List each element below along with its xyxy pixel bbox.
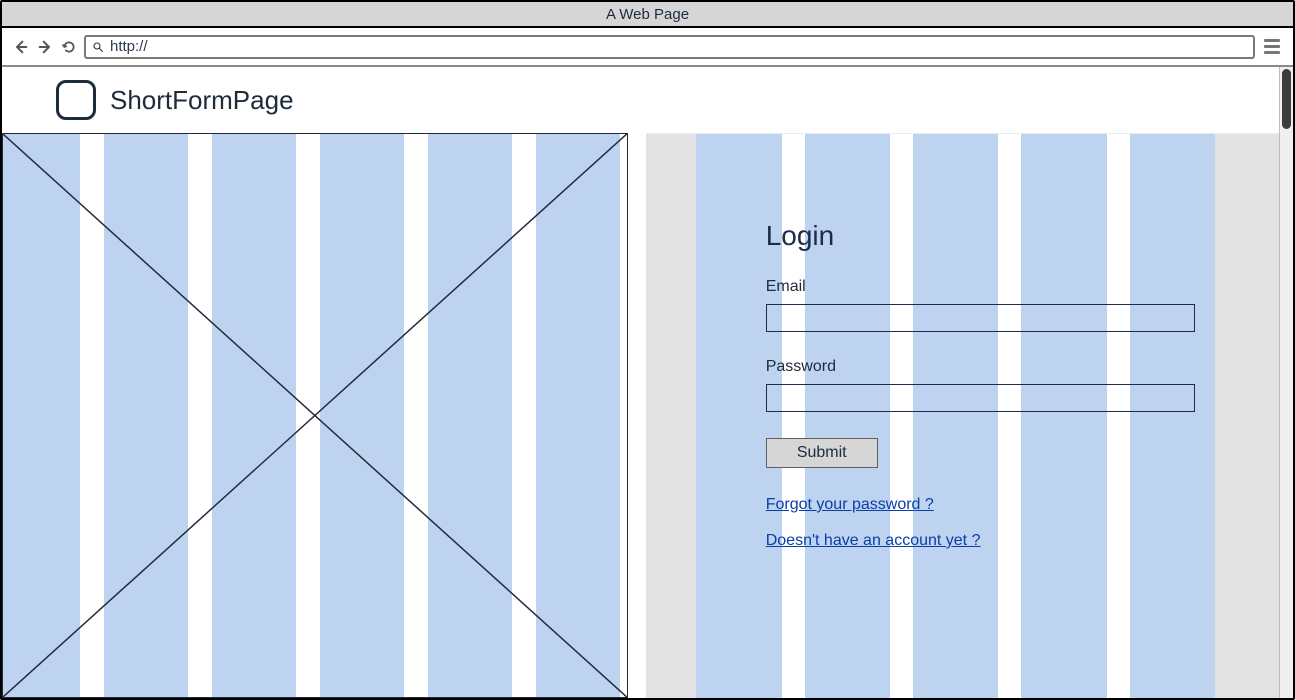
address-text: http://: [110, 38, 148, 55]
page-title: ShortFormPage: [110, 85, 294, 116]
email-field[interactable]: [766, 304, 1195, 332]
back-arrow-icon: [13, 39, 29, 55]
address-bar[interactable]: http://: [84, 35, 1255, 59]
scrollbar[interactable]: [1279, 67, 1293, 698]
email-label: Email: [766, 278, 1195, 296]
reload-icon: [61, 39, 77, 55]
login-form: Login Email Password Submit Forgot your …: [766, 220, 1195, 568]
page-main: Login Email Password Submit Forgot your …: [2, 133, 1279, 698]
search-icon: [92, 41, 104, 53]
browser-toolbar: http://: [2, 28, 1293, 67]
placeholder-cross-icon: [3, 134, 627, 697]
app-logo-icon: [56, 80, 96, 120]
image-placeholder: [2, 133, 628, 698]
forgot-password-link[interactable]: Forgot your password ?: [766, 496, 1195, 514]
signup-link[interactable]: Doesn't have an account yet ?: [766, 532, 1195, 550]
form-column: Login Email Password Submit Forgot your …: [646, 133, 1279, 698]
page-header: ShortFormPage: [2, 67, 1279, 133]
reload-button[interactable]: [60, 38, 78, 56]
window-titlebar: A Web Page: [2, 2, 1293, 28]
submit-button[interactable]: Submit: [766, 438, 878, 468]
browser-window: A Web Page http:// ShortFormPage: [0, 0, 1295, 700]
scrollbar-thumb[interactable]: [1282, 69, 1291, 129]
window-title: A Web Page: [606, 6, 689, 23]
back-button[interactable]: [12, 38, 30, 56]
form-title: Login: [766, 220, 1195, 252]
forward-arrow-icon: [37, 39, 53, 55]
password-label: Password: [766, 358, 1195, 376]
viewport: ShortFormPage: [2, 67, 1293, 698]
password-field[interactable]: [766, 384, 1195, 412]
menu-icon: [1264, 39, 1280, 42]
browser-menu-button[interactable]: [1261, 36, 1283, 58]
page: ShortFormPage: [2, 67, 1279, 698]
forward-button[interactable]: [36, 38, 54, 56]
